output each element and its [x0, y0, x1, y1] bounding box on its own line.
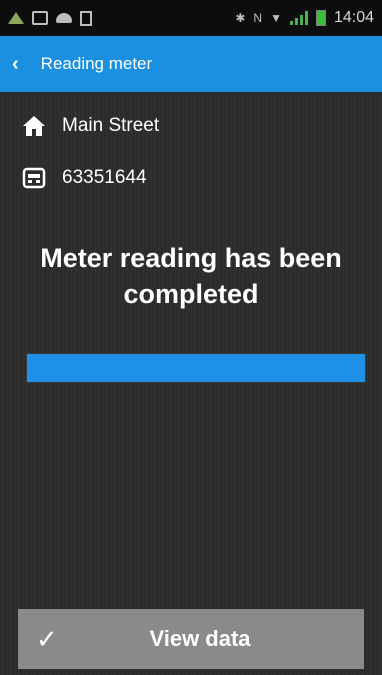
title-bar: ‹ Reading meter: [0, 36, 382, 92]
image-icon: [32, 11, 48, 25]
meter-row: 63351644: [22, 166, 147, 190]
meter-icon: [22, 166, 46, 190]
view-data-button[interactable]: ✓ View data: [18, 609, 364, 669]
system-icons: ✱ N ▼ 14:04: [235, 9, 374, 27]
battery-icon: [315, 10, 326, 26]
address-row: Main Street: [22, 114, 159, 138]
house-icon: [22, 114, 46, 138]
notification-icons: [8, 10, 92, 26]
status-bar: ✱ N ▼ 14:04: [0, 0, 382, 36]
address-text: Main Street: [62, 115, 160, 136]
back-icon[interactable]: ‹: [12, 53, 19, 76]
main-content: Main Street 63351644 Meter reading has b…: [0, 92, 382, 675]
progress-bar: [26, 353, 366, 383]
meter-number: 63351644: [62, 167, 147, 188]
page-title: Reading meter: [40, 54, 153, 73]
document-icon: [80, 10, 92, 26]
clock-time: 14:04: [333, 9, 374, 26]
wifi-icon: ▼: [270, 11, 282, 25]
tree-icon: [8, 12, 24, 24]
nfc-icon: N: [253, 11, 263, 25]
view-data-label: View data: [149, 626, 251, 651]
check-icon: ✓: [36, 623, 58, 654]
signal-icon: [289, 11, 308, 25]
completion-message: Meter reading has been completed: [40, 243, 342, 310]
bluetooth-icon: ✱: [235, 11, 246, 25]
cloud-icon: [56, 13, 72, 23]
progress-fill: [27, 354, 365, 382]
